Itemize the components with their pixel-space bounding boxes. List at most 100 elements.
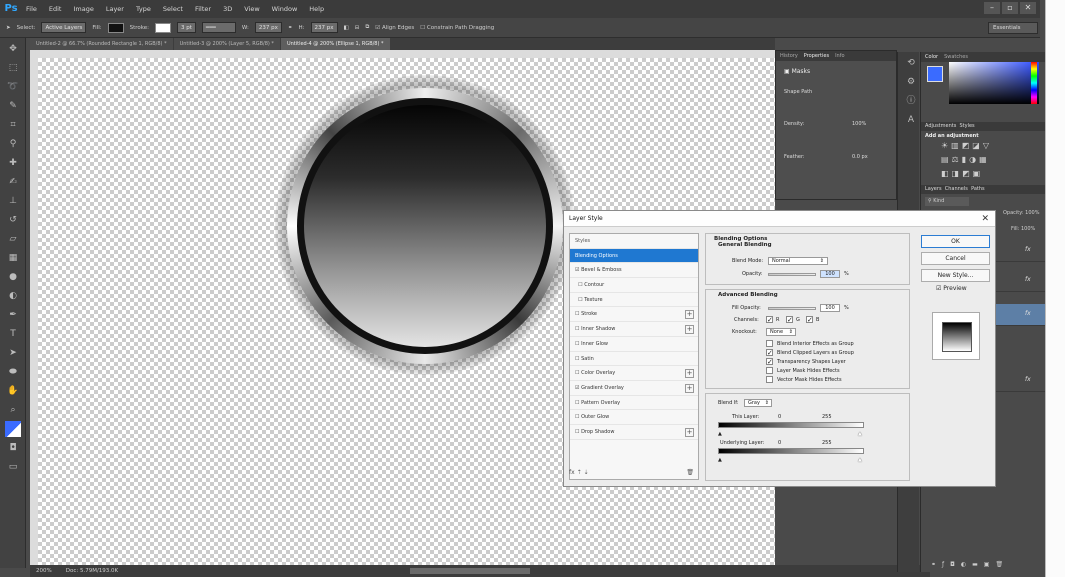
history-brush-icon[interactable]: ↺	[5, 212, 21, 228]
style-item[interactable]: Blending Options	[570, 248, 698, 264]
adjustment-icons-row3[interactable]: ◧◨◩▣	[941, 169, 983, 178]
dialog-close-icon[interactable]: ✕	[981, 211, 989, 227]
maximize-button[interactable]: ▫	[1002, 2, 1018, 14]
menu-3d[interactable]: 3D	[217, 5, 238, 13]
height-field[interactable]: 237 px	[310, 22, 338, 33]
style-item[interactable]: ☐ Inner Glow	[570, 337, 698, 352]
menu-image[interactable]: Image	[67, 5, 99, 13]
tab-swatches[interactable]: Swatches	[944, 52, 968, 62]
menu-select[interactable]: Select	[157, 5, 189, 13]
stroke-type-dropdown[interactable]: ━━━	[201, 22, 236, 33]
fill-opacity-field[interactable]: 100	[820, 304, 840, 312]
marquee-tool-icon[interactable]: ⬚	[5, 60, 21, 76]
constrain-checkbox[interactable]: ☐ Constrain Path Dragging	[420, 25, 494, 31]
doc-tab[interactable]: Untitled-2 @ 66.7% (Rounded Rectangle 1,…	[30, 38, 173, 50]
knockout-select[interactable]: None ⇕	[766, 328, 796, 336]
tab-adjustments[interactable]: Adjustments	[925, 123, 956, 129]
fill-opacity-slider[interactable]	[768, 307, 816, 310]
adjustment-icons-row2[interactable]: ▤⚖▮◑▦	[941, 155, 990, 164]
this-layer-gradient-slider[interactable]	[718, 422, 864, 428]
layers-fill[interactable]: Fill: 100%	[1011, 226, 1035, 232]
style-item[interactable]: ☑ Bevel & Emboss	[570, 263, 698, 279]
brush-tool-icon[interactable]: ✍	[5, 174, 21, 190]
ellipse-tool-icon[interactable]: ⬬	[5, 364, 21, 380]
layers-footer-icons[interactable]: ⚭ƒ◘◐▬▣🗑	[931, 561, 1009, 568]
align-edges-checkbox[interactable]: ☑ Align Edges	[375, 25, 414, 31]
tab-properties[interactable]: Properties	[804, 51, 829, 61]
feather-value[interactable]: 0.0 px	[852, 154, 868, 160]
blur-tool-icon[interactable]: ●	[5, 269, 21, 285]
horizontal-scrollbar[interactable]	[410, 568, 530, 574]
style-item[interactable]: ☐ Stroke +	[570, 307, 698, 323]
blend-if-select[interactable]: Gray ⇕	[744, 399, 772, 407]
character-panel-icon[interactable]: A	[903, 112, 919, 128]
move-tool-icon[interactable]: ✥	[5, 41, 21, 57]
workspace-dropdown[interactable]: Essentials	[988, 22, 1038, 34]
tab-color[interactable]: Color	[925, 52, 938, 62]
color-swatches-icon[interactable]	[5, 421, 21, 437]
cancel-button[interactable]: Cancel	[921, 252, 990, 265]
type-tool-icon[interactable]: T	[5, 326, 21, 342]
fx-icon[interactable]: fx	[1025, 310, 1031, 317]
info-panel-icon[interactable]: ⓘ	[903, 93, 919, 109]
style-item[interactable]: ☐ Outer Glow	[570, 410, 698, 425]
width-field[interactable]: 237 px	[254, 22, 282, 33]
hand-tool-icon[interactable]: ✋	[5, 383, 21, 399]
advanced-option-checkbox[interactable]: ✓	[766, 349, 773, 357]
hue-slider[interactable]	[1031, 62, 1037, 104]
path-select-icon[interactable]: ➤	[5, 345, 21, 361]
screen-mode-icon[interactable]: ▭	[5, 459, 21, 475]
underlying-white-handle[interactable]: ▲	[858, 457, 862, 463]
foreground-color-swatch[interactable]	[927, 66, 943, 82]
gradient-tool-icon[interactable]: ▦	[5, 250, 21, 266]
advanced-option-checkbox[interactable]: ✓	[766, 358, 773, 366]
stroke-swatch[interactable]	[155, 22, 171, 33]
history-panel-icon[interactable]: ⟲	[903, 55, 919, 71]
fx-icon[interactable]: fx	[1025, 276, 1031, 283]
path-operations-icon[interactable]: ◧	[344, 25, 349, 31]
channel-g-checkbox[interactable]: ✓	[786, 316, 793, 324]
style-item[interactable]: ☐ Color Overlay +	[570, 366, 698, 381]
menu-window[interactable]: Window	[266, 5, 304, 13]
path-alignment-icon[interactable]: ⊟	[355, 25, 360, 31]
style-item[interactable]: ☐ Drop Shadow +	[570, 425, 698, 440]
this-layer-black-handle[interactable]: ▲	[718, 431, 722, 437]
add-effect-plus-icon[interactable]: +	[685, 369, 694, 379]
tab-channels[interactable]: Channels	[945, 186, 968, 192]
channel-b-checkbox[interactable]: ✓	[806, 316, 813, 324]
minimize-button[interactable]: –	[984, 2, 1000, 14]
fx-icon[interactable]: fx	[1025, 376, 1031, 383]
tab-paths[interactable]: Paths	[971, 186, 985, 192]
advanced-option-checkbox[interactable]	[766, 367, 773, 374]
underlying-layer-gradient-slider[interactable]	[718, 448, 864, 454]
style-footer-icons[interactable]: fx ⇡ ⇣	[569, 469, 589, 476]
style-item[interactable]: ☐ Pattern Overlay	[570, 396, 698, 411]
this-layer-white-handle[interactable]: ▲	[858, 431, 862, 437]
style-item[interactable]: ☐ Texture	[570, 293, 698, 308]
dodge-tool-icon[interactable]: ◐	[5, 288, 21, 304]
advanced-option-checkbox[interactable]	[766, 340, 773, 347]
fx-icon[interactable]: fx	[1025, 246, 1031, 253]
zoom-tool-icon[interactable]: ⌕	[5, 402, 21, 418]
add-effect-plus-icon[interactable]: +	[685, 310, 694, 320]
style-item[interactable]: ☐ Satin	[570, 352, 698, 367]
menu-file[interactable]: File	[20, 5, 43, 13]
adjustment-icons-row1[interactable]: ☀▥◩◪▽	[941, 141, 992, 150]
fill-swatch[interactable]	[107, 22, 124, 33]
underlying-black-handle[interactable]: ▲	[718, 457, 722, 463]
tab-layers[interactable]: Layers	[925, 186, 942, 192]
advanced-option-checkbox[interactable]	[766, 376, 773, 383]
channel-r-checkbox[interactable]: ✓	[766, 316, 773, 324]
color-picker-field[interactable]	[949, 62, 1039, 104]
menu-view[interactable]: View	[238, 5, 265, 13]
path-select-tool-icon[interactable]: ➤	[6, 25, 11, 31]
new-style-button[interactable]: New Style...	[921, 269, 990, 282]
healing-tool-icon[interactable]: ✚	[5, 155, 21, 171]
link-icon[interactable]: ⚭	[288, 25, 293, 31]
path-arrangement-icon[interactable]: ⧉	[365, 24, 369, 31]
crop-tool-icon[interactable]: ⌗	[5, 117, 21, 133]
density-value[interactable]: 100%	[852, 121, 866, 127]
select-dropdown[interactable]: Active Layers	[41, 22, 87, 33]
doc-tab[interactable]: Untitled-3 @ 200% (Layer 5, RGB/8) *	[173, 38, 280, 50]
style-item[interactable]: ☑ Gradient Overlay +	[570, 381, 698, 396]
